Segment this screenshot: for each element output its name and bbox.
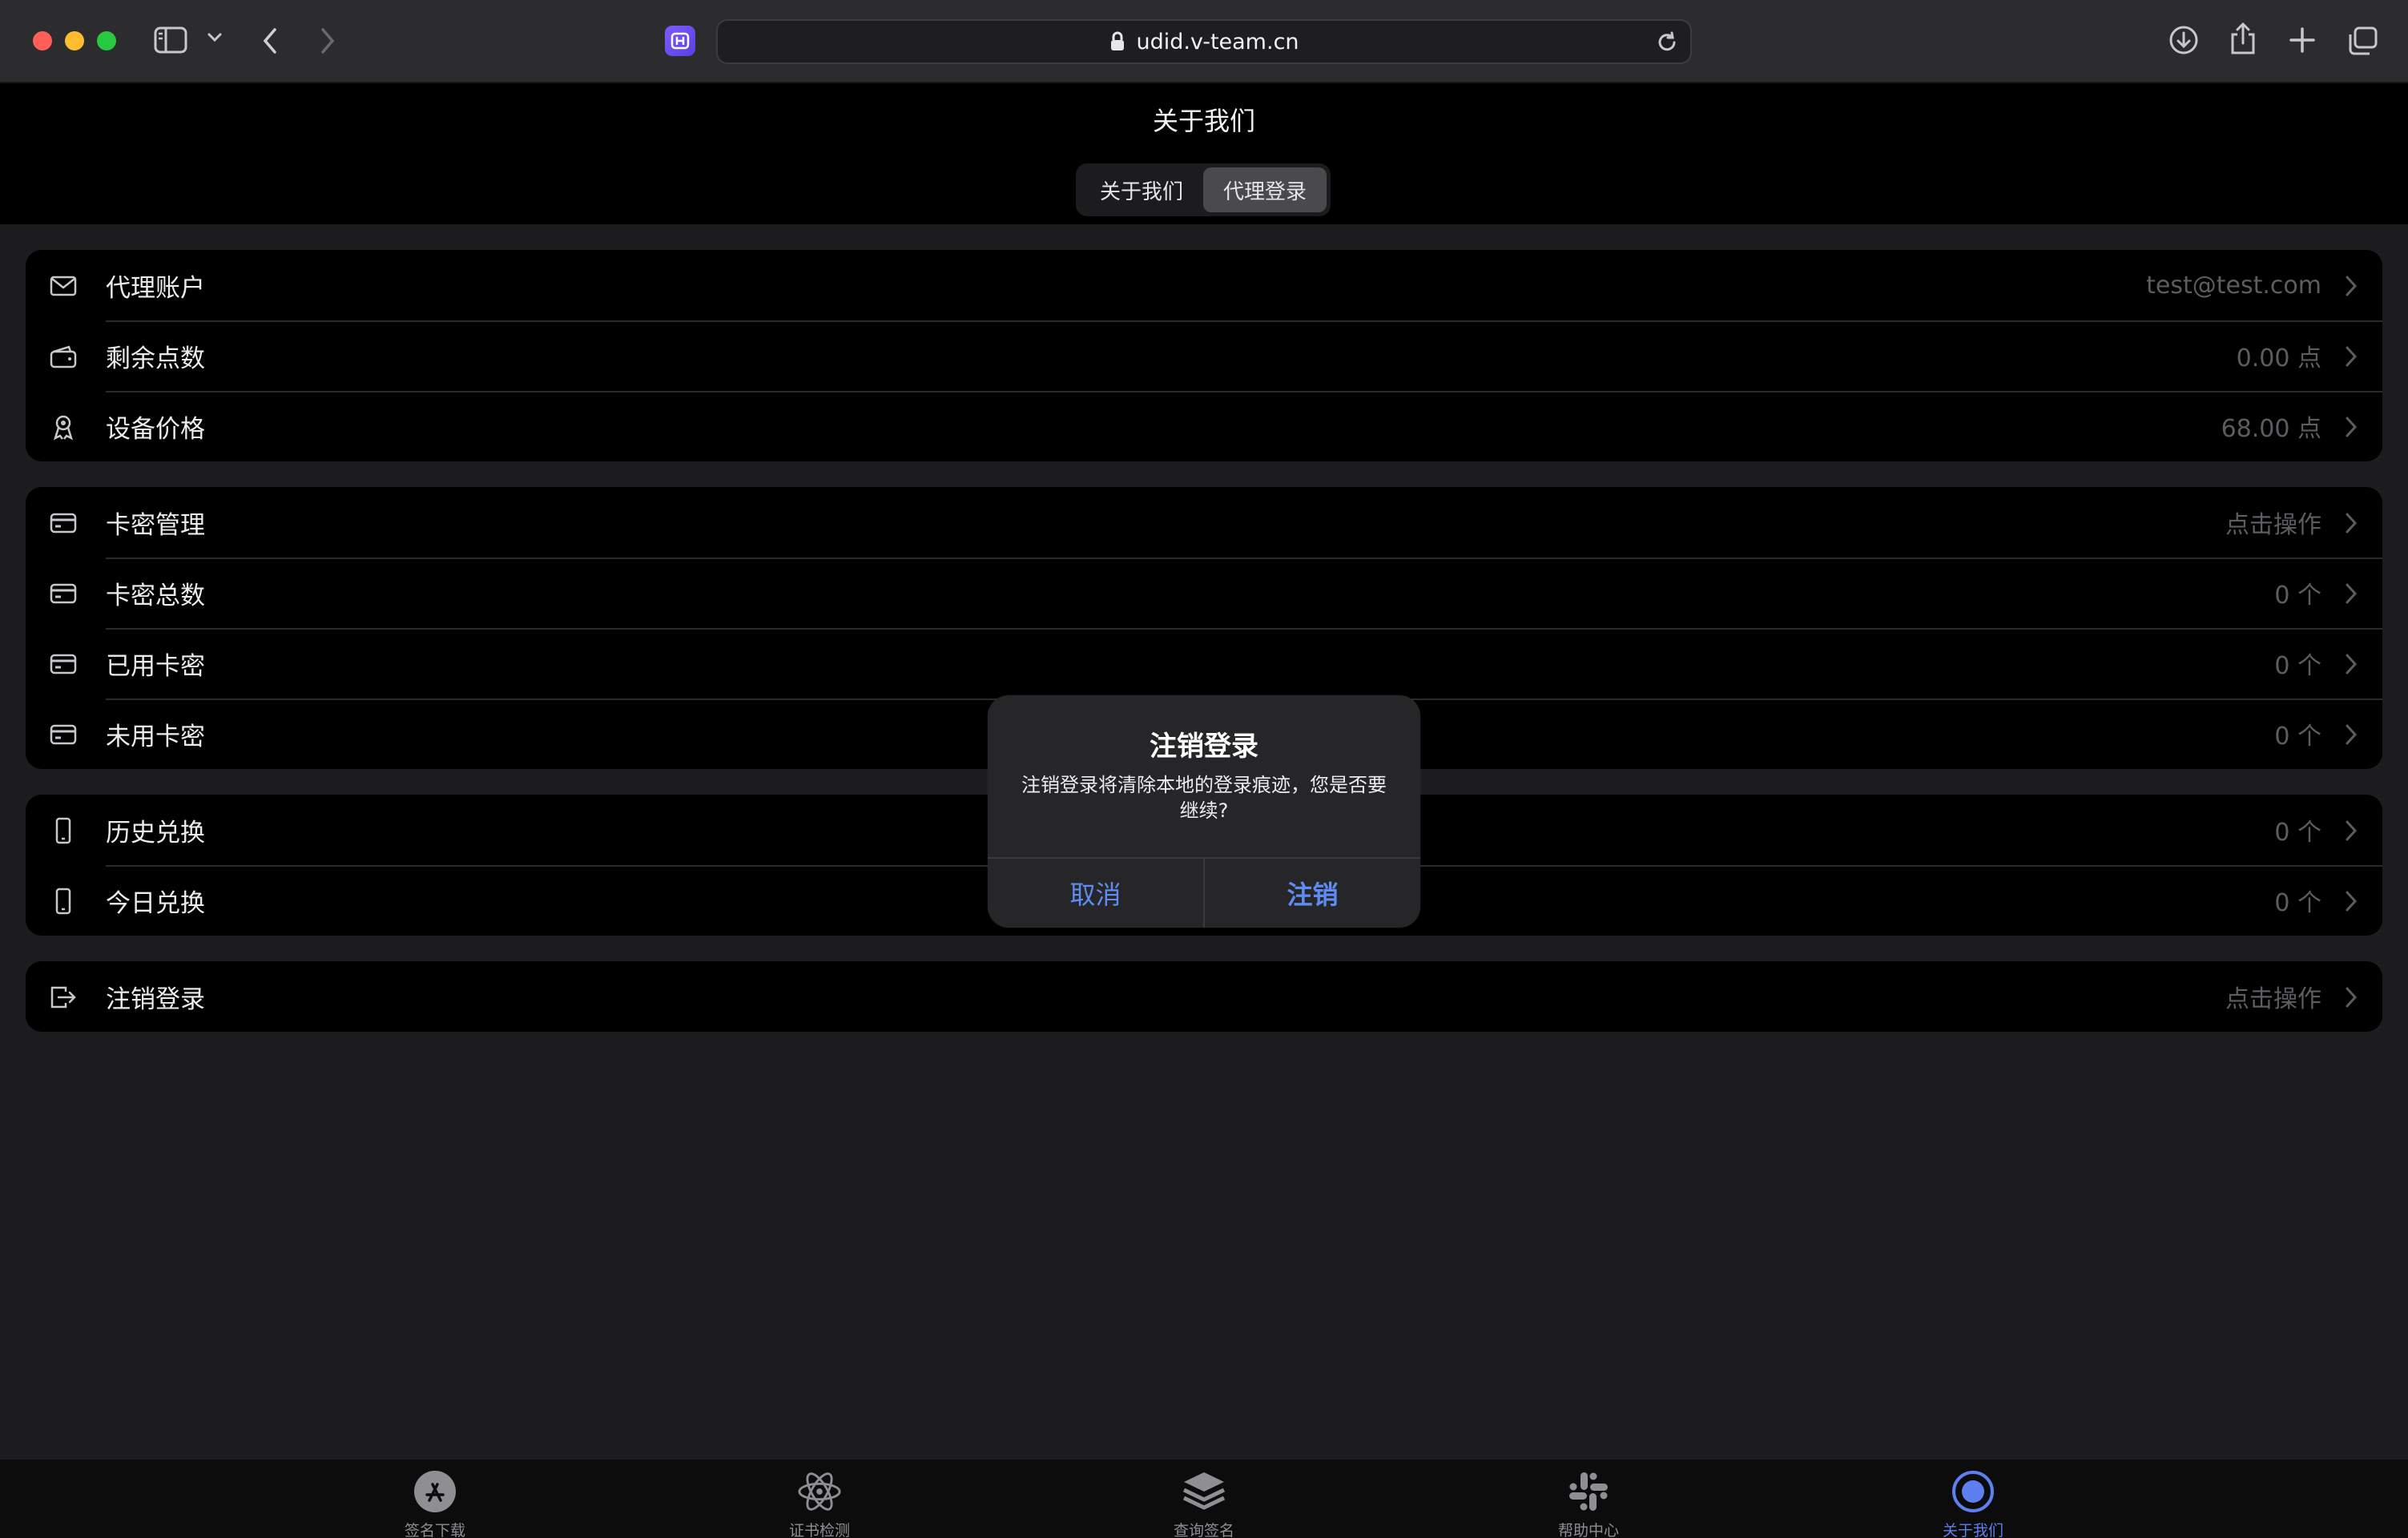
row-value: 0 个 (2274, 889, 2321, 917)
layers-icon (1182, 1469, 1226, 1514)
logout-alert-dialog: 注销登录 注销登录将清除本地的登录痕迹，您是否要继续? 取消 注销 (988, 695, 1420, 928)
row-label: 剩余点数 (106, 344, 205, 373)
phone-icon (50, 817, 77, 844)
chevron-right-icon (2346, 987, 2358, 1008)
list-item-device-price[interactable]: 设备价格 68.00 点 (26, 391, 2382, 461)
slack-icon (1566, 1469, 1611, 1514)
extension-icon[interactable] (665, 26, 695, 56)
new-tab-icon[interactable] (2288, 26, 2317, 54)
logout-group: 注销登录 点击操作 (26, 961, 2382, 1032)
card-icon (50, 721, 77, 748)
app-header: 关于我们 关于我们 代理登录 (0, 83, 2408, 224)
tab-cert-check[interactable]: 证书检测 (739, 1469, 900, 1538)
share-icon[interactable] (2229, 21, 2257, 56)
chevron-right-icon (2346, 346, 2358, 367)
tab-query-sign[interactable]: 查询签名 (1124, 1469, 1284, 1538)
forward-icon[interactable] (319, 27, 336, 54)
account-group: 代理账户 test@test.com 剩余点数 0.00 点 设备价格 68.0… (26, 250, 2382, 461)
tab-agent-login[interactable]: 代理登录 (1203, 167, 1327, 212)
row-label: 未用卡密 (106, 722, 205, 751)
list-item-card-key-total[interactable]: 卡密总数 0 个 (26, 558, 2382, 628)
back-icon[interactable] (261, 27, 279, 54)
row-value: 0 个 (2274, 819, 2321, 847)
url-text: udid.v-team.cn (1136, 29, 1299, 54)
zoom-window-button[interactable] (97, 31, 116, 50)
card-icon (50, 650, 77, 678)
sidebar-toggle-icon[interactable] (154, 26, 187, 54)
row-value: test@test.com (2146, 271, 2321, 300)
row-label: 代理账户 (106, 273, 205, 303)
page-title: 关于我们 (1152, 106, 1255, 136)
row-label: 今日兑换 (106, 888, 205, 918)
chevron-right-icon (2346, 724, 2358, 745)
row-value: 点击操作 (2225, 985, 2321, 1013)
tab-overview-icon[interactable] (2347, 26, 2379, 56)
tab-sign-download[interactable]: 签名下载 (355, 1469, 515, 1538)
dialog-actions: 取消 注销 (988, 857, 1420, 928)
card-icon (50, 509, 77, 537)
close-window-button[interactable] (33, 31, 52, 50)
row-value: 0 个 (2274, 652, 2321, 680)
list-item-used-card-keys[interactable]: 已用卡密 0 个 (26, 628, 2382, 699)
lock-icon (1111, 31, 1125, 50)
card-icon (50, 580, 77, 607)
atom-icon (797, 1469, 842, 1514)
tab-label: 关于我们 (1942, 1522, 2003, 1538)
row-value: 点击操作 (2225, 511, 2321, 539)
row-label: 已用卡密 (106, 651, 205, 681)
row-value: 0 个 (2274, 723, 2321, 751)
tab-label: 查询签名 (1173, 1522, 1234, 1538)
chevron-right-icon (2346, 891, 2358, 912)
chevron-right-icon (2346, 583, 2358, 604)
list-item-agent-account[interactable]: 代理账户 test@test.com (26, 250, 2382, 320)
logout-icon (50, 984, 77, 1011)
chevron-right-icon (2346, 417, 2358, 437)
tab-label: 证书检测 (788, 1522, 850, 1538)
chevron-right-icon (2346, 513, 2358, 533)
dialog-title: 注销登录 (1150, 731, 1258, 763)
segmented-control: 关于我们 代理登录 (1076, 163, 1331, 216)
cancel-button[interactable]: 取消 (988, 859, 1203, 928)
row-value: 0.00 点 (2236, 344, 2321, 372)
chevron-right-icon (2346, 820, 2358, 841)
phone-icon (50, 888, 77, 915)
confirm-logout-button[interactable]: 注销 (1203, 859, 1420, 928)
chevron-down-icon[interactable] (207, 32, 223, 43)
row-label: 注销登录 (106, 984, 205, 1014)
row-value: 0 个 (2274, 582, 2321, 610)
chevron-right-icon (2346, 276, 2358, 296)
reload-icon[interactable] (1655, 30, 1679, 58)
address-bar[interactable]: udid.v-team.cn (716, 19, 1692, 64)
award-icon (50, 413, 77, 441)
target-icon (1951, 1469, 1995, 1514)
mail-icon (50, 272, 77, 300)
list-item-card-key-management[interactable]: 卡密管理 点击操作 (26, 487, 2382, 558)
download-icon[interactable] (2168, 24, 2200, 56)
chevron-right-icon (2346, 654, 2358, 674)
list-item-logout[interactable]: 注销登录 点击操作 (26, 961, 2382, 1032)
row-label: 卡密总数 (106, 581, 205, 610)
list-item-remaining-points[interactable]: 剩余点数 0.00 点 (26, 320, 2382, 391)
browser-toolbar: udid.v-team.cn (0, 0, 2408, 83)
tab-label: 签名下载 (404, 1522, 465, 1538)
dialog-message: 注销登录将清除本地的登录痕迹，您是否要继续? (1021, 774, 1387, 822)
row-label: 历史兑换 (106, 818, 205, 848)
row-label: 设备价格 (106, 414, 205, 444)
row-value: 68.00 点 (2221, 415, 2321, 443)
app-store-icon (413, 1469, 457, 1514)
wallet-icon (50, 343, 77, 370)
tab-help-center[interactable]: 帮助中心 (1508, 1469, 1669, 1538)
bottom-tab-bar: 签名下载 证书检测 查询签名 帮助中心 关于我们 (0, 1458, 2408, 1538)
tab-label: 帮助中心 (1557, 1522, 1619, 1538)
tab-about-us[interactable]: 关于我们 (1080, 167, 1203, 212)
row-label: 卡密管理 (106, 510, 205, 540)
tab-about-us-bottom[interactable]: 关于我们 (1893, 1469, 2053, 1538)
minimize-window-button[interactable] (65, 31, 84, 50)
